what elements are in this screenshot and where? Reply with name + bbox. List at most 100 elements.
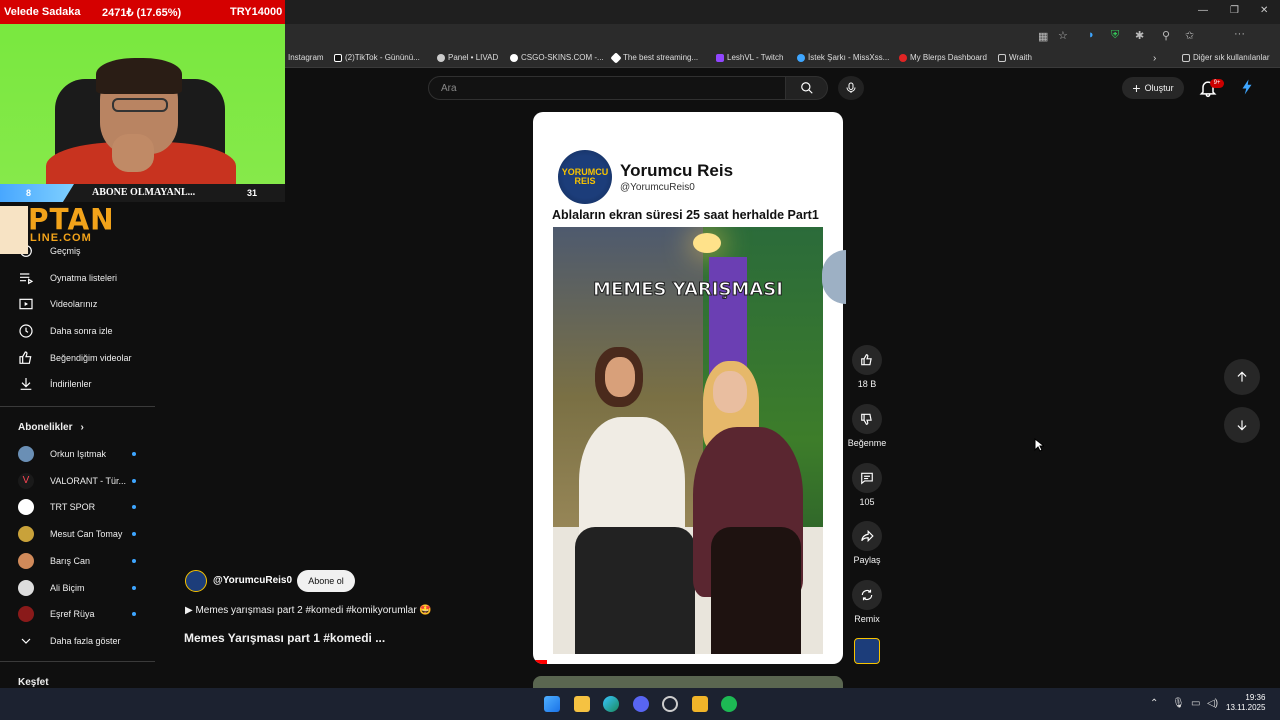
comments-button[interactable]: 105 (851, 463, 883, 507)
woman-right-face (713, 371, 747, 413)
livad-icon (437, 53, 445, 62)
new-content-dot (132, 612, 136, 616)
subscription-label: Ali Biçim (50, 583, 85, 593)
short-video-player[interactable]: YORUMCU REIS Yorumcu Reis @YorumcuReis0 … (533, 112, 843, 664)
search-button[interactable] (786, 76, 828, 100)
subscription-valorant[interactable]: V VALORANT - Tür... (18, 471, 138, 491)
like-button[interactable]: 18 B (851, 345, 883, 389)
show-more-button[interactable]: Daha fazla göster (18, 631, 121, 651)
shield-icon[interactable]: ⛨ (1111, 29, 1119, 42)
like-button-circle[interactable] (852, 345, 882, 375)
sidebar-item-your-videos[interactable]: Videolarınız (18, 294, 97, 314)
subscription-baris-can[interactable]: Barış Can (18, 551, 138, 571)
thumbs-up-icon (19, 351, 32, 364)
playlist-icon (20, 273, 34, 285)
streamer-glasses (112, 98, 168, 112)
bookmark-tiktok[interactable]: (2)TikTok - Gününü... (334, 53, 420, 62)
remix-button-circle[interactable] (852, 580, 882, 610)
obs-icon[interactable] (662, 696, 678, 712)
video-progress-bar[interactable] (533, 660, 547, 664)
app-icon[interactable] (692, 696, 708, 712)
restore-icon[interactable]: ❐ (1230, 5, 1239, 16)
bookmark-instagram[interactable]: Instagram (288, 53, 324, 62)
short-channel-handle: @YorumcuReis0 (620, 182, 695, 193)
next-short-button[interactable] (1224, 407, 1260, 443)
edge-browser-icon[interactable] (603, 696, 619, 712)
close-icon[interactable]: ✕ (1260, 5, 1268, 16)
notification-badge: 9+ (1210, 79, 1224, 88)
favorites-icon[interactable]: ✩ (1185, 29, 1194, 42)
microphone-tray-icon[interactable]: 🎙 (1172, 698, 1185, 709)
sidebar-item-label: Geçmiş (50, 246, 81, 256)
file-explorer-icon[interactable] (574, 696, 590, 712)
extension-icon[interactable]: ◗ (1088, 29, 1095, 41)
subscription-mesut-can-tomay[interactable]: Mesut Can Tomay (18, 524, 138, 544)
more-menu-icon[interactable]: ··· (1234, 28, 1245, 40)
network-icon[interactable]: ▭ (1191, 698, 1200, 709)
subscription-esref-ruya[interactable]: Eşref Rüya (18, 604, 138, 624)
diamond-icon (610, 51, 622, 64)
sidebar-item-downloads[interactable]: İndirilenler (18, 374, 92, 394)
taskbar-clock[interactable]: 19:36 13.11.2025 (1226, 693, 1265, 713)
share-button[interactable]: Paylaş (851, 521, 883, 565)
favorite-star-icon[interactable]: ☆ (1058, 29, 1068, 42)
bookmark-label: (2)TikTok - Gününü... (345, 53, 420, 62)
bookmark-csgo-skins[interactable]: CSGO-SKINS.COM -... (510, 53, 604, 62)
sidebar-item-playlists[interactable]: Oynatma listeleri (18, 268, 117, 288)
discord-icon[interactable] (633, 696, 649, 712)
channel-handle-link[interactable]: @YorumcuReis0 (213, 575, 292, 586)
remix-label: Remix (854, 614, 880, 624)
subscription-trt-spor[interactable]: TRT SPOR (18, 497, 138, 517)
sound-thumbnail[interactable] (854, 638, 880, 664)
sidebar-item-watch-later[interactable]: Daha sonra izle (18, 321, 113, 341)
previous-short-button[interactable] (1224, 359, 1260, 395)
share-button-circle[interactable] (852, 521, 882, 551)
overlay-logo-subtext: LINE.COM (30, 232, 92, 244)
subscription-orkun-isitmak[interactable]: Orkun Işıtmak (18, 444, 138, 464)
minimize-icon[interactable]: — (1198, 5, 1208, 16)
extensions-puzzle-icon[interactable]: ✱ (1135, 29, 1144, 42)
bookmark-twitch[interactable]: LeshVL - Twitch (716, 53, 783, 62)
app-icon[interactable]: ▦ (1038, 30, 1048, 43)
split-screen-icon[interactable]: ⚲ (1162, 29, 1170, 42)
channel-logo: YORUMCU REIS (558, 150, 612, 204)
subscriber-goal-bar: 8 ABONE OLMAYANL... 31 (0, 184, 285, 202)
bookmark-istek-sarki[interactable]: İstek Şarkı - MissXss... (797, 53, 889, 62)
other-bookmarks-folder[interactable]: Diğer sık kullanılanlar (1182, 53, 1269, 62)
channel-avatar[interactable] (185, 570, 207, 592)
new-content-dot (132, 505, 136, 509)
volume-icon[interactable]: ◁) (1207, 698, 1218, 709)
short-caption: Ablaların ekran süresi 25 saat herhalde … (552, 208, 819, 222)
music-icon (797, 53, 805, 62)
subscription-ali-bicim[interactable]: Ali Biçim (18, 578, 138, 598)
voice-search-button[interactable] (838, 76, 864, 100)
bookmarks-overflow-chevron-icon[interactable]: › (1153, 53, 1156, 64)
create-button[interactable]: + Oluştur (1122, 77, 1184, 99)
show-more-label: Daha fazla göster (50, 636, 121, 646)
dislike-button[interactable]: Beğenme (848, 404, 886, 448)
webcam-overlay (0, 24, 285, 184)
clock-icon (19, 324, 33, 338)
subscribe-button[interactable]: Abone ol (297, 570, 355, 592)
next-short-preview[interactable] (533, 676, 843, 688)
tray-expand-icon[interactable]: ⌃ (1150, 698, 1158, 709)
subscriptions-header[interactable]: Abonelikler › (18, 417, 84, 437)
bookmark-blerps[interactable]: My Blerps Dashboard (899, 53, 987, 62)
dislike-button-circle[interactable] (852, 404, 882, 434)
sidebar-item-liked-videos[interactable]: Beğendiğim videolar (18, 348, 132, 368)
bookmark-wraith[interactable]: Wraith (998, 53, 1032, 62)
subscription-label: Eşref Rüya (50, 609, 95, 619)
microphone-icon (846, 82, 856, 93)
bookmark-livad[interactable]: Panel • LIVAD (437, 53, 498, 62)
remix-button[interactable]: Remix (851, 580, 883, 624)
short-description[interactable]: ▶ Memes yarışması part 2 #komedi #komiky… (185, 605, 432, 616)
account-avatar[interactable] (1238, 78, 1256, 96)
spotify-icon[interactable] (721, 696, 737, 712)
bookmark-streaming[interactable]: The best streaming... (610, 51, 698, 64)
short-title[interactable]: Memes Yarışması part 1 #komedi ... (184, 631, 385, 645)
search-input[interactable]: Ara (428, 76, 786, 100)
windows-start-icon[interactable] (544, 696, 560, 712)
plus-icon: + (1132, 80, 1141, 96)
comments-button-circle[interactable] (852, 463, 882, 493)
woman-right-boots (711, 527, 801, 654)
